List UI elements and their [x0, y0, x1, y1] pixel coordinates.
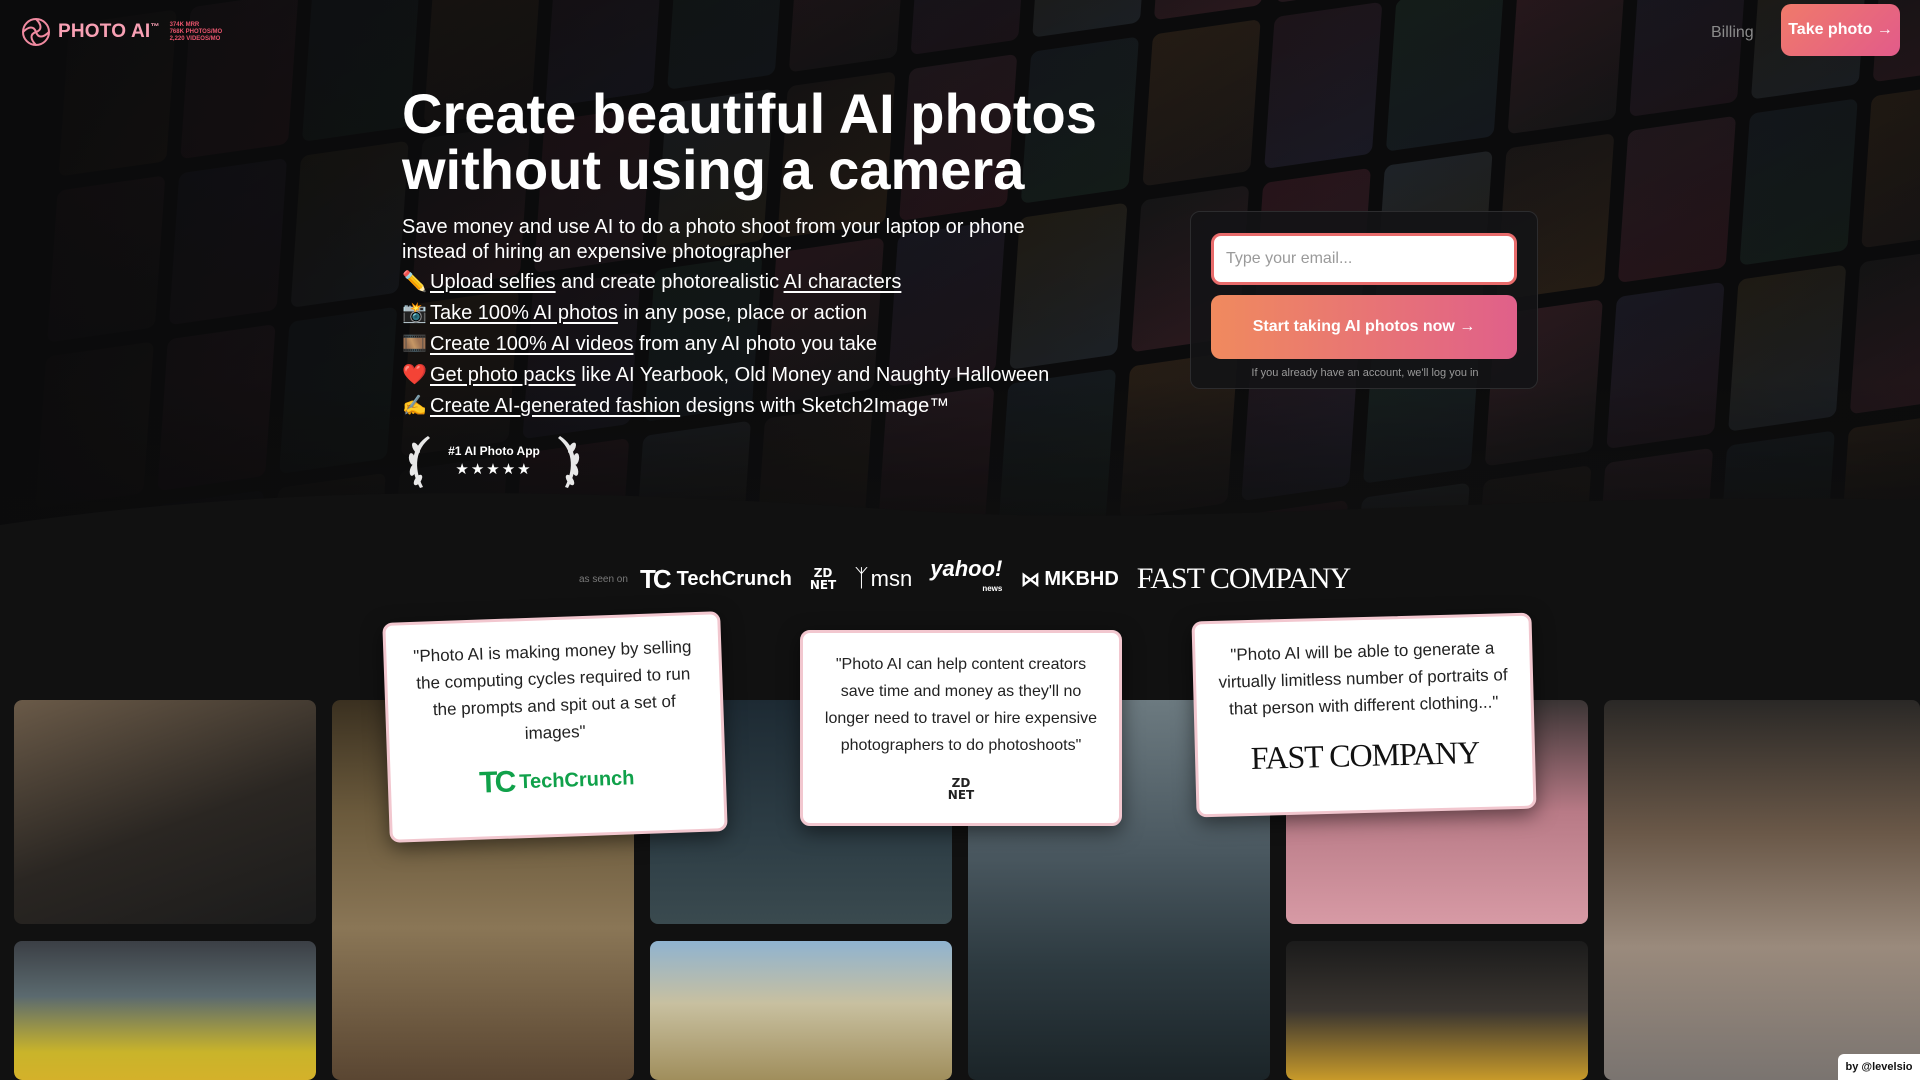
quote-card-zdnet: "Photo AI can help content creators save…: [800, 630, 1122, 826]
hero-subtitle: Save money and use AI to do a photo shoo…: [402, 216, 1025, 263]
fast-company-logo: FAST COMPANY: [1250, 734, 1480, 776]
photo-column-6: [1604, 700, 1920, 1080]
gallery-photo[interactable]: [1286, 941, 1588, 1080]
feature-item: ❤️ Get photo packs like AI Yearbook, Old …: [402, 360, 1049, 391]
pencil-icon: ✏️: [402, 271, 427, 293]
feature-item: ✏️ Upload selfies and create photorealist…: [402, 267, 1049, 298]
logo[interactable]: PHOTO AI™ 374K MRR 768K PHOTOS/MO 2,220 …: [20, 16, 222, 48]
quote-card-fastcompany: "Photo AI will be able to generate a vir…: [1191, 612, 1537, 818]
signup-note: If you already have an account, we'll lo…: [1251, 367, 1479, 379]
create-ai-videos-link[interactable]: Create 100% AI videos: [430, 333, 633, 355]
film-icon: 🎞️: [402, 333, 427, 355]
logo-stats: 374K MRR 768K PHOTOS/MO 2,220 VIDEOS/MO: [170, 22, 223, 43]
techcrunch-logo: TC TechCrunch: [478, 765, 635, 800]
photo-column-1: [14, 700, 316, 1080]
star-rating: ★★★★★: [455, 461, 533, 478]
quote-text: "Photo AI will be able to generate a vir…: [1218, 638, 1508, 719]
ai-fashion-link[interactable]: Create AI-generated fashion: [430, 395, 680, 417]
feature-item: ✍️ Create AI-generated fashion designs wi…: [402, 391, 1049, 422]
as-seen-on-label: as seen on: [579, 573, 628, 585]
quote-card-techcrunch: "Photo AI is making money by selling the…: [382, 611, 728, 843]
stat-mrr: 374K MRR: [169, 21, 200, 28]
email-input[interactable]: [1211, 233, 1517, 285]
feature-item: 🎞️ Create 100% AI videos from any AI phot…: [402, 329, 1049, 360]
upload-selfies-link[interactable]: Upload selfies: [430, 271, 556, 293]
gallery-photo[interactable]: [650, 941, 952, 1080]
gallery-photo[interactable]: [14, 941, 316, 1080]
billing-link[interactable]: Billing: [1711, 24, 1754, 42]
quote-text: "Photo AI can help content creators save…: [824, 656, 1098, 754]
photo-packs-link[interactable]: Get photo packs: [430, 364, 576, 386]
fast-company-logo[interactable]: FAST COMPANY: [1137, 562, 1351, 596]
logo-text: PHOTO AI™: [58, 21, 160, 42]
ai-characters-link[interactable]: AI characters: [784, 271, 902, 293]
feature-item: 📸 Take 100% AI photos in any pose, place …: [402, 298, 1049, 329]
signup-card: Start taking AI photos now → If you alre…: [1190, 211, 1538, 389]
award-title: #1 AI Photo App: [448, 444, 540, 458]
writing-hand-icon: ✍️: [402, 395, 427, 417]
mkbhd-logo[interactable]: ⋈ MKBHD: [1020, 567, 1118, 592]
techcrunch-logo[interactable]: TC TechCrunch: [640, 564, 792, 595]
gallery-photo[interactable]: [1604, 700, 1920, 1080]
zdnet-logo[interactable]: ZD NET: [810, 567, 836, 591]
zdnet-logo: ZD NET: [947, 776, 975, 802]
heart-icon: ❤️: [402, 364, 427, 386]
camera-icon: 📸: [402, 302, 427, 324]
take-photo-button[interactable]: Take photo →: [1781, 4, 1900, 56]
award-badge: #1 AI Photo App ★★★★★: [402, 432, 586, 492]
byline-link[interactable]: by @levelsio: [1838, 1054, 1920, 1080]
yahoo-news-logo[interactable]: yahoo! news: [930, 558, 1002, 599]
stat-photos: 768K PHOTOS/MO: [169, 28, 223, 35]
quote-text: "Photo AI is making money by selling the…: [413, 637, 692, 744]
feature-list: ✏️ Upload selfies and create photorealist…: [402, 267, 1049, 422]
msn-logo[interactable]: ᛉ msn: [854, 565, 912, 593]
stat-videos: 2,220 VIDEOS/MO: [169, 35, 221, 42]
take-ai-photos-link[interactable]: Take 100% AI photos: [430, 302, 618, 324]
hero-title: Create beautiful AI photos without using…: [402, 82, 1097, 201]
press-bar: as seen on TC TechCrunch ZD NET ᛉ msn yahoo…: [579, 558, 1368, 599]
start-taking-photos-button[interactable]: Start taking AI photos now →: [1211, 295, 1517, 359]
gallery-photo[interactable]: [14, 700, 316, 924]
logo-icon: [22, 18, 50, 46]
